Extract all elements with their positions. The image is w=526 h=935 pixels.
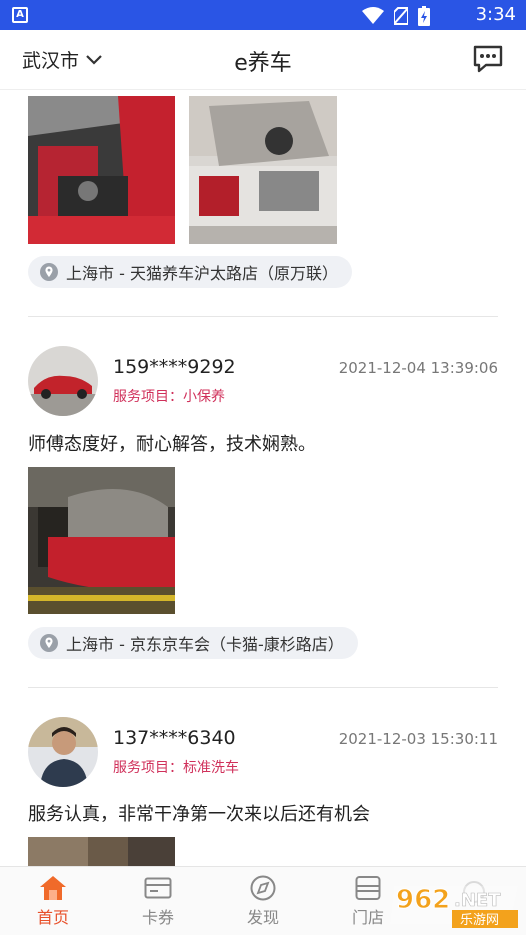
service-item: 服务项目：标准洗车 <box>113 760 239 776</box>
review-photo[interactable] <box>28 837 175 866</box>
store-location-label: 上海市 - 天猫养车沪太路店（原万联） <box>66 264 338 283</box>
divider <box>28 316 498 317</box>
location-pin-icon <box>40 634 58 652</box>
wifi-icon <box>362 7 384 24</box>
store-location-chip[interactable]: 上海市 - 京东京车会（卡猫-康杉路店） <box>28 627 358 659</box>
review-date: 2021-12-04 13:39:06 <box>338 359 498 377</box>
store-icon <box>355 876 381 900</box>
reviewer-name: 159****9292 <box>113 356 236 378</box>
message-icon[interactable] <box>472 44 504 74</box>
svg-text:.NET: .NET <box>454 890 501 911</box>
tab-cards[interactable]: 卡券 <box>128 875 188 928</box>
app-notification-icon: A <box>12 7 28 23</box>
tab-label: 首页 <box>36 908 69 927</box>
tab-label: 卡券 <box>141 908 174 927</box>
avatar[interactable] <box>28 717 98 787</box>
page-title: e养车 <box>234 51 292 76</box>
review-comment: 师傅态度好，耐心解答，技术娴熟。 <box>28 434 316 455</box>
review-photo[interactable] <box>28 96 175 244</box>
status-icons <box>362 6 430 26</box>
review-comment: 服务认真，非常干净第一次来以后还有机会 <box>28 804 370 825</box>
clock: 3:34 <box>475 4 516 25</box>
store-location-label: 上海市 - 京东京车会（卡猫-康杉路店） <box>66 635 344 654</box>
svg-text:962: 962 <box>396 885 450 915</box>
service-item: 服务项目：小保养 <box>113 389 225 405</box>
no-sim-icon <box>394 7 408 25</box>
review-photo[interactable] <box>28 467 175 614</box>
location-pin-icon <box>40 263 58 281</box>
compass-icon <box>250 875 276 901</box>
review-feed[interactable]: 上海市 - 天猫养车沪太路店（原万联） 159****9292 2021-12-… <box>0 91 526 866</box>
home-icon <box>40 876 66 900</box>
svg-text:乐游网: 乐游网 <box>460 913 499 928</box>
review-date: 2021-12-03 15:30:11 <box>338 730 498 748</box>
tab-stores[interactable]: 门店 <box>338 875 398 928</box>
avatar[interactable] <box>28 346 98 416</box>
divider <box>28 687 498 688</box>
watermark-logo: 962 .NET 乐游网 <box>390 881 518 928</box>
tab-label: 发现 <box>246 908 279 927</box>
store-location-chip[interactable]: 上海市 - 天猫养车沪太路店（原万联） <box>28 256 352 288</box>
battery-charging-icon <box>418 6 430 26</box>
app-header: 武汉市 e养车 <box>0 30 526 90</box>
tab-home[interactable]: 首页 <box>23 875 83 928</box>
status-bar: A 3:34 <box>0 0 526 30</box>
review-photo[interactable] <box>189 96 337 244</box>
tab-discover[interactable]: 发现 <box>233 875 293 928</box>
card-icon <box>144 877 172 899</box>
reviewer-name: 137****6340 <box>113 727 236 749</box>
tab-label: 门店 <box>351 908 384 927</box>
